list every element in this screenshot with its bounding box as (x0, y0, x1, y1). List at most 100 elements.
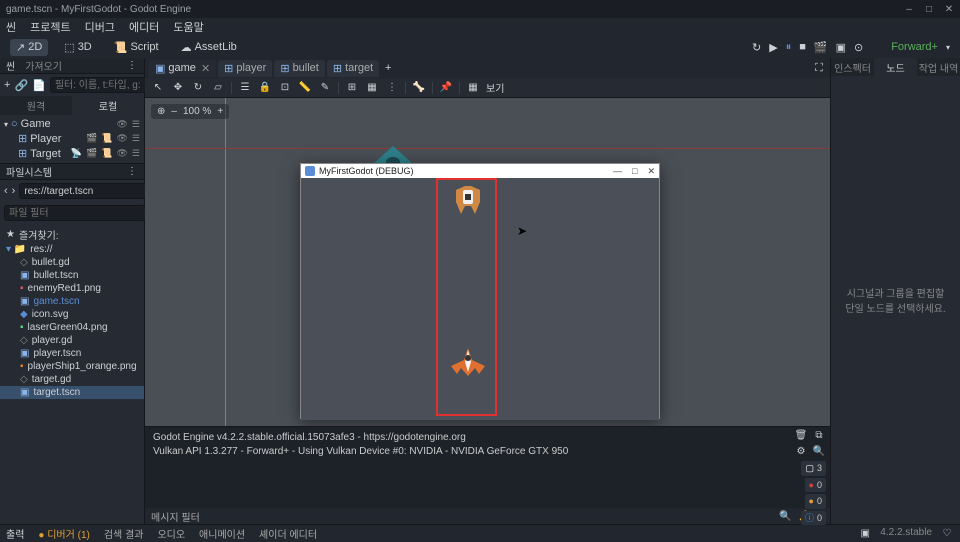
panel-menu-icon[interactable]: ⋮ (127, 60, 138, 71)
menu-editor[interactable]: 에디터 (129, 19, 159, 35)
scene-tab-player[interactable]: ⊞player (218, 60, 272, 77)
movie-icon[interactable]: ⊙ (854, 41, 863, 54)
remote-tab[interactable]: 원격 (0, 96, 72, 115)
search-results-tab[interactable]: 검색 결과 (104, 526, 144, 541)
scene-tab-target[interactable]: ⊞target (327, 60, 379, 77)
debugger-tab[interactable]: ● 디버거 (1) (38, 526, 89, 541)
output-count-info[interactable]: ⓘ0 (801, 511, 826, 526)
play-custom-icon[interactable]: ▣ (836, 41, 846, 54)
expand-icon[interactable]: ⛶ (812, 61, 826, 75)
file-row[interactable]: ▪laserGreen04.png (0, 321, 144, 334)
workspace-3d[interactable]: ⬚ 3D (58, 39, 97, 56)
search-icon[interactable]: 🔍 (778, 509, 792, 523)
import-tab[interactable]: 가져오기 (25, 58, 62, 73)
menu-project[interactable]: 프로젝트 (30, 19, 70, 35)
snap-icon[interactable]: ⊞ (345, 81, 359, 95)
select-tool-icon[interactable]: ↖ (151, 81, 165, 95)
inspector-tab[interactable]: 인스펙터 (831, 58, 874, 76)
menu-debug[interactable]: 디버그 (85, 19, 115, 35)
file-row[interactable]: ◇bullet.gd (0, 256, 144, 269)
animation-tab[interactable]: 애니메이션 (199, 526, 245, 541)
zoom-out-icon[interactable]: – (171, 106, 177, 117)
output-count-error[interactable]: ●0 (805, 478, 826, 493)
play-scene-icon[interactable]: 🎬 (814, 41, 828, 54)
tree-node-game[interactable]: ▾ ○ Game 👁☰ (0, 117, 144, 131)
play-icon[interactable]: ▶ (769, 41, 777, 54)
copy-output-icon[interactable]: ⧉ (812, 429, 826, 443)
debug-window-titlebar[interactable]: MyFirstGodot (DEBUG) — □ ✕ (301, 164, 659, 178)
viewport[interactable]: ⊕ – 100 % + MyFirstGodot (DEBUG) — □ ✕ (145, 98, 830, 426)
file-row[interactable]: ▣player.tscn (0, 347, 144, 360)
rotate-tool-icon[interactable]: ↻ (191, 81, 205, 95)
instance-icon[interactable]: 🔗 (14, 78, 28, 92)
tree-node-target[interactable]: ⊞ Target 📡🎬📜👁☰ (0, 146, 144, 161)
workspace-script[interactable]: 📜 Script (108, 39, 165, 56)
file-row[interactable]: ▣target.tscn (0, 386, 144, 399)
output-tab[interactable]: 출력 (6, 526, 24, 541)
move-tool-icon[interactable]: ✥ (171, 81, 185, 95)
snap-options-icon[interactable]: ⋮ (385, 81, 399, 95)
shader-editor-tab[interactable]: 셰이더 에디터 (259, 526, 317, 541)
file-row[interactable]: ◆icon.svg (0, 308, 144, 321)
filter-icon[interactable]: ⚙ (794, 445, 808, 459)
scene-tab-game[interactable]: ▣game✕ (149, 60, 216, 77)
center-icon[interactable]: ⊕ (157, 106, 165, 117)
attach-script-icon[interactable]: 📄 (32, 78, 46, 92)
workspace-assetlib[interactable]: ☁ AssetLib (175, 39, 243, 56)
nav-fwd-icon[interactable]: › (12, 184, 16, 198)
audio-tab[interactable]: 오디오 (157, 526, 185, 541)
skeleton-icon[interactable]: 🦴 (412, 81, 426, 95)
reload-icon[interactable]: ↻ (752, 41, 761, 54)
panel-menu-icon[interactable]: ⋮ (127, 166, 138, 177)
folder-root[interactable]: ▾ 📁res:// (0, 243, 144, 256)
menu-scene[interactable]: 씬 (6, 19, 16, 35)
scale-tool-icon[interactable]: ▱ (211, 81, 225, 95)
zoom-control[interactable]: ⊕ – 100 % + (151, 104, 229, 119)
file-row[interactable]: ◇target.gd (0, 373, 144, 386)
file-filter-input[interactable] (4, 205, 146, 221)
scene-tab-bullet[interactable]: ⊞bullet (274, 60, 325, 77)
file-row[interactable]: ▣bullet.tscn (0, 269, 144, 282)
renderer-select[interactable]: Forward+ (891, 41, 938, 53)
search-icon[interactable]: 🔍 (812, 445, 826, 459)
history-tab[interactable]: 작업 내역 (917, 58, 960, 76)
list-icon[interactable]: ☰ (238, 81, 252, 95)
ruler-icon[interactable]: 📏 (298, 81, 312, 95)
menu-help[interactable]: 도움말 (173, 19, 203, 35)
close-tab-icon[interactable]: ✕ (201, 62, 210, 75)
file-row[interactable]: ▪playerShip1_orange.png (0, 360, 144, 373)
nav-back-icon[interactable]: ‹ (4, 184, 8, 198)
favorites-row[interactable]: ★즐겨찾기: (0, 226, 144, 243)
output-count-warn[interactable]: ●0 (805, 494, 826, 509)
add-node-icon[interactable]: + (4, 78, 10, 92)
stop-icon[interactable]: ■ (799, 41, 806, 53)
view-label[interactable]: 보기 (486, 80, 504, 95)
file-row[interactable]: ▣game.tscn (0, 295, 144, 308)
add-scene-icon[interactable]: + (381, 61, 395, 75)
clear-output-icon[interactable]: 🗑 (794, 429, 808, 443)
local-tab[interactable]: 로컬 (72, 96, 144, 115)
pin-icon[interactable]: 📌 (439, 81, 453, 95)
tree-node-player[interactable]: ⊞ Player 🎬📜👁☰ (0, 131, 144, 146)
zoom-in-icon[interactable]: + (217, 106, 223, 117)
node-tab[interactable]: 노드 (874, 58, 917, 76)
visibility-icon[interactable]: 👁 (116, 119, 127, 130)
maximize-icon[interactable]: □ (924, 4, 934, 14)
minimize-icon[interactable]: — (613, 166, 622, 177)
heart-icon[interactable]: ♡ (940, 527, 954, 541)
view-menu[interactable]: ▦ (466, 81, 480, 95)
minimize-icon[interactable]: – (904, 4, 914, 14)
output-count-msg[interactable]: ▢3 (801, 461, 826, 476)
close-icon[interactable]: ✕ (647, 166, 655, 177)
chevron-down-icon[interactable]: ▾ (946, 43, 950, 52)
layout-icon[interactable]: ▣ (858, 527, 872, 541)
path-input[interactable] (19, 183, 161, 199)
close-icon[interactable]: ✕ (944, 4, 954, 14)
lock-icon[interactable]: 🔒 (258, 81, 272, 95)
maximize-icon[interactable]: □ (632, 166, 637, 177)
grid-icon[interactable]: ▦ (365, 81, 379, 95)
group-icon[interactable]: ⊡ (278, 81, 292, 95)
file-row[interactable]: ▪enemyRed1.png (0, 282, 144, 295)
scene-panel-tab[interactable]: 씬 (6, 58, 15, 73)
workspace-2d[interactable]: ↗ 2D (10, 39, 48, 56)
